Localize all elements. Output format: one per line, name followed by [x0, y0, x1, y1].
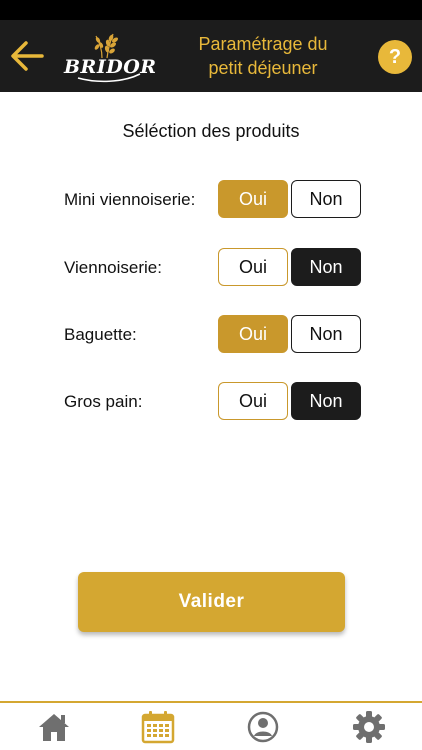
oui-button[interactable]: Oui [218, 248, 288, 286]
non-button[interactable]: Non [291, 382, 361, 420]
back-button[interactable] [8, 38, 48, 74]
tab-home[interactable] [36, 709, 72, 745]
calendar-icon [141, 711, 175, 744]
help-button[interactable]: ? [378, 40, 412, 74]
page-title: Paramétrage du petit déjeuner [198, 34, 328, 78]
gear-icon [353, 711, 385, 743]
app-header: BRIDOR Paramétrage du petit déjeuner ? [0, 20, 422, 92]
product-label: Baguette: [64, 325, 137, 344]
section-title: Séléction des produits [122, 121, 300, 141]
product-label: Gros pain: [64, 392, 143, 411]
oui-button[interactable]: Oui [218, 315, 288, 353]
oui-button[interactable]: Oui [218, 382, 288, 420]
tab-profile[interactable] [245, 709, 281, 745]
oui-button[interactable]: Oui [218, 180, 288, 218]
product-row-baguette: Baguette: Oui Non [0, 315, 422, 355]
non-button[interactable]: Non [291, 180, 361, 218]
product-row-mini-viennoiserie: Mini viennoiserie: Oui Non [0, 180, 422, 220]
logo-swoosh [77, 73, 141, 83]
tab-calendar[interactable] [140, 709, 176, 745]
tab-bar [0, 701, 422, 750]
arrow-left-icon [11, 41, 44, 71]
non-button[interactable]: Non [291, 315, 361, 353]
product-label: Mini viennoiserie: [64, 190, 196, 209]
tab-settings[interactable] [351, 709, 387, 745]
product-row-viennoiserie: Viennoiserie: Oui Non [0, 248, 422, 288]
profile-icon [247, 711, 279, 743]
product-row-gros-pain: Gros pain: Oui Non [0, 382, 422, 422]
non-button[interactable]: Non [291, 248, 361, 286]
home-icon [39, 714, 69, 741]
bridor-logo: BRIDOR [64, 30, 156, 86]
validate-button[interactable]: Valider [78, 572, 345, 632]
status-bar [0, 0, 422, 20]
product-label: Viennoiserie: [64, 258, 162, 277]
